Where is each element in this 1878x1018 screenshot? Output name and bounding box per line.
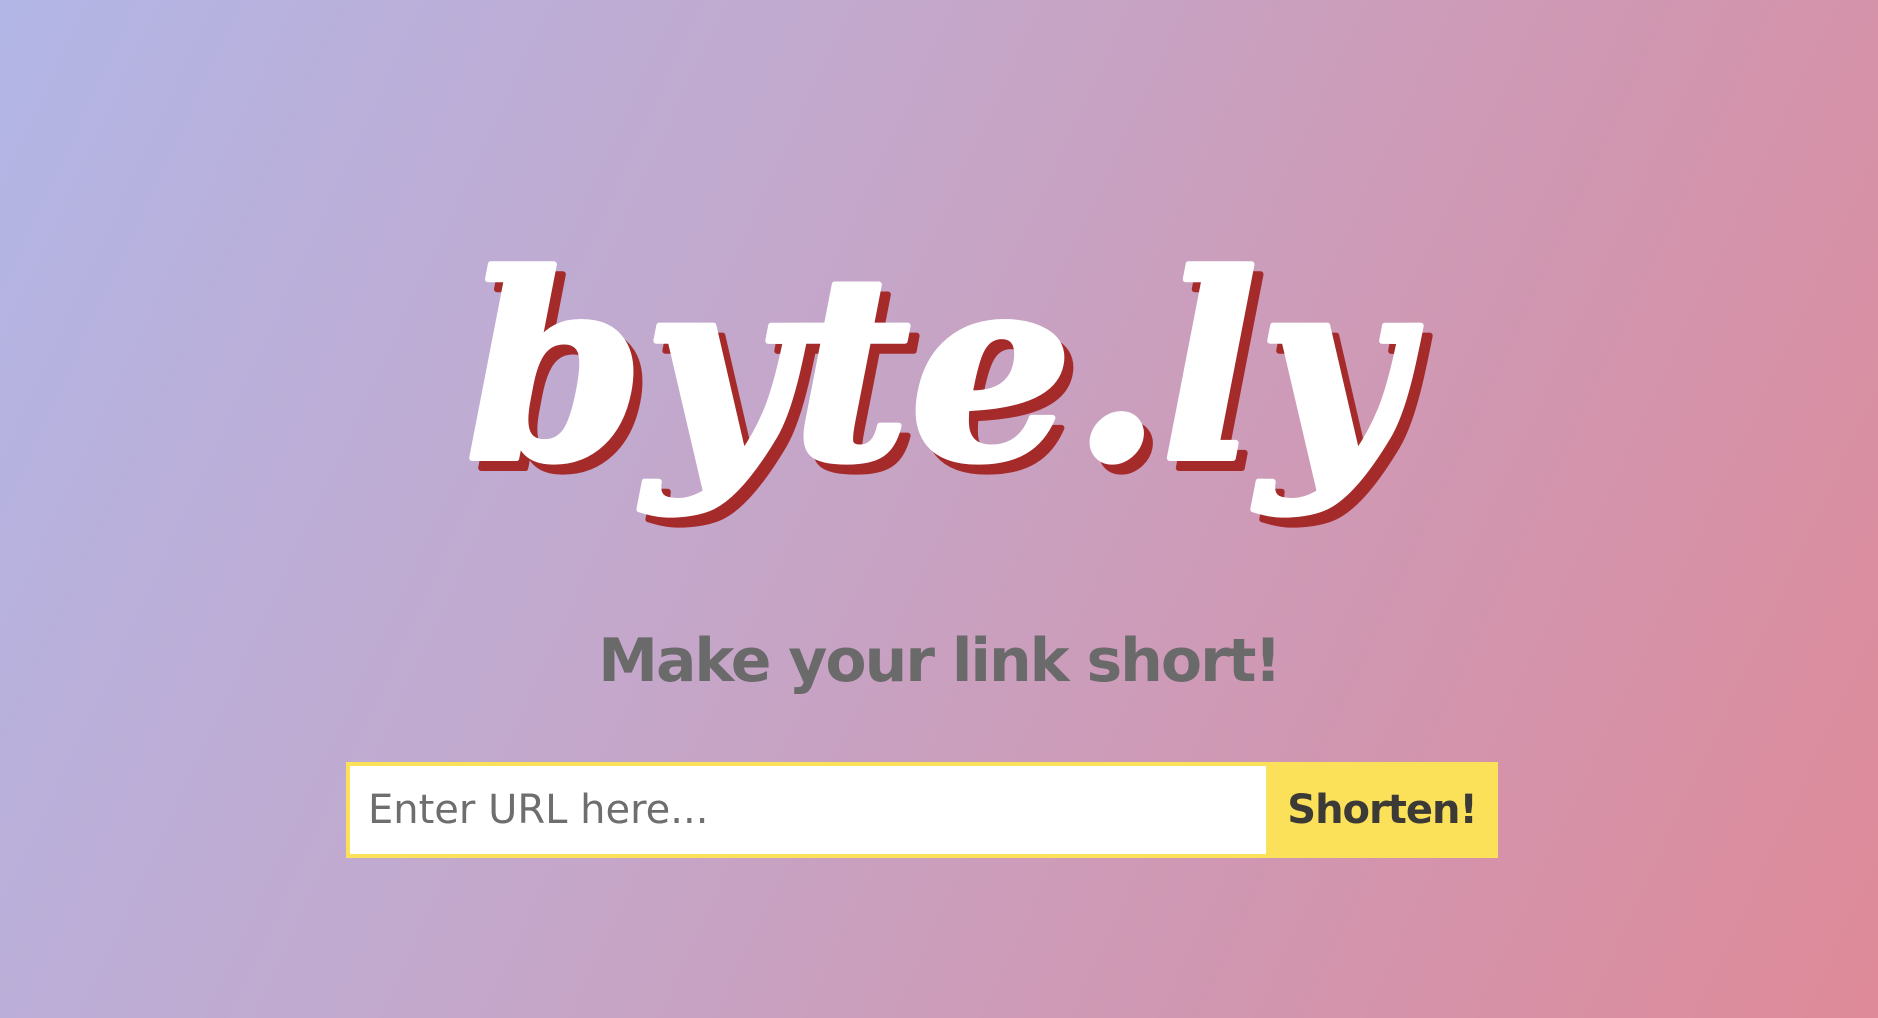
shorten-form: Shorten!	[346, 762, 1498, 858]
shorten-button[interactable]: Shorten!	[1266, 762, 1498, 858]
brand-logo: byte.ly byte.ly	[463, 217, 1433, 532]
url-input[interactable]	[350, 766, 1266, 854]
tagline-heading: Make your link short!	[598, 626, 1282, 696]
logo-text: byte.ly	[466, 220, 1421, 519]
